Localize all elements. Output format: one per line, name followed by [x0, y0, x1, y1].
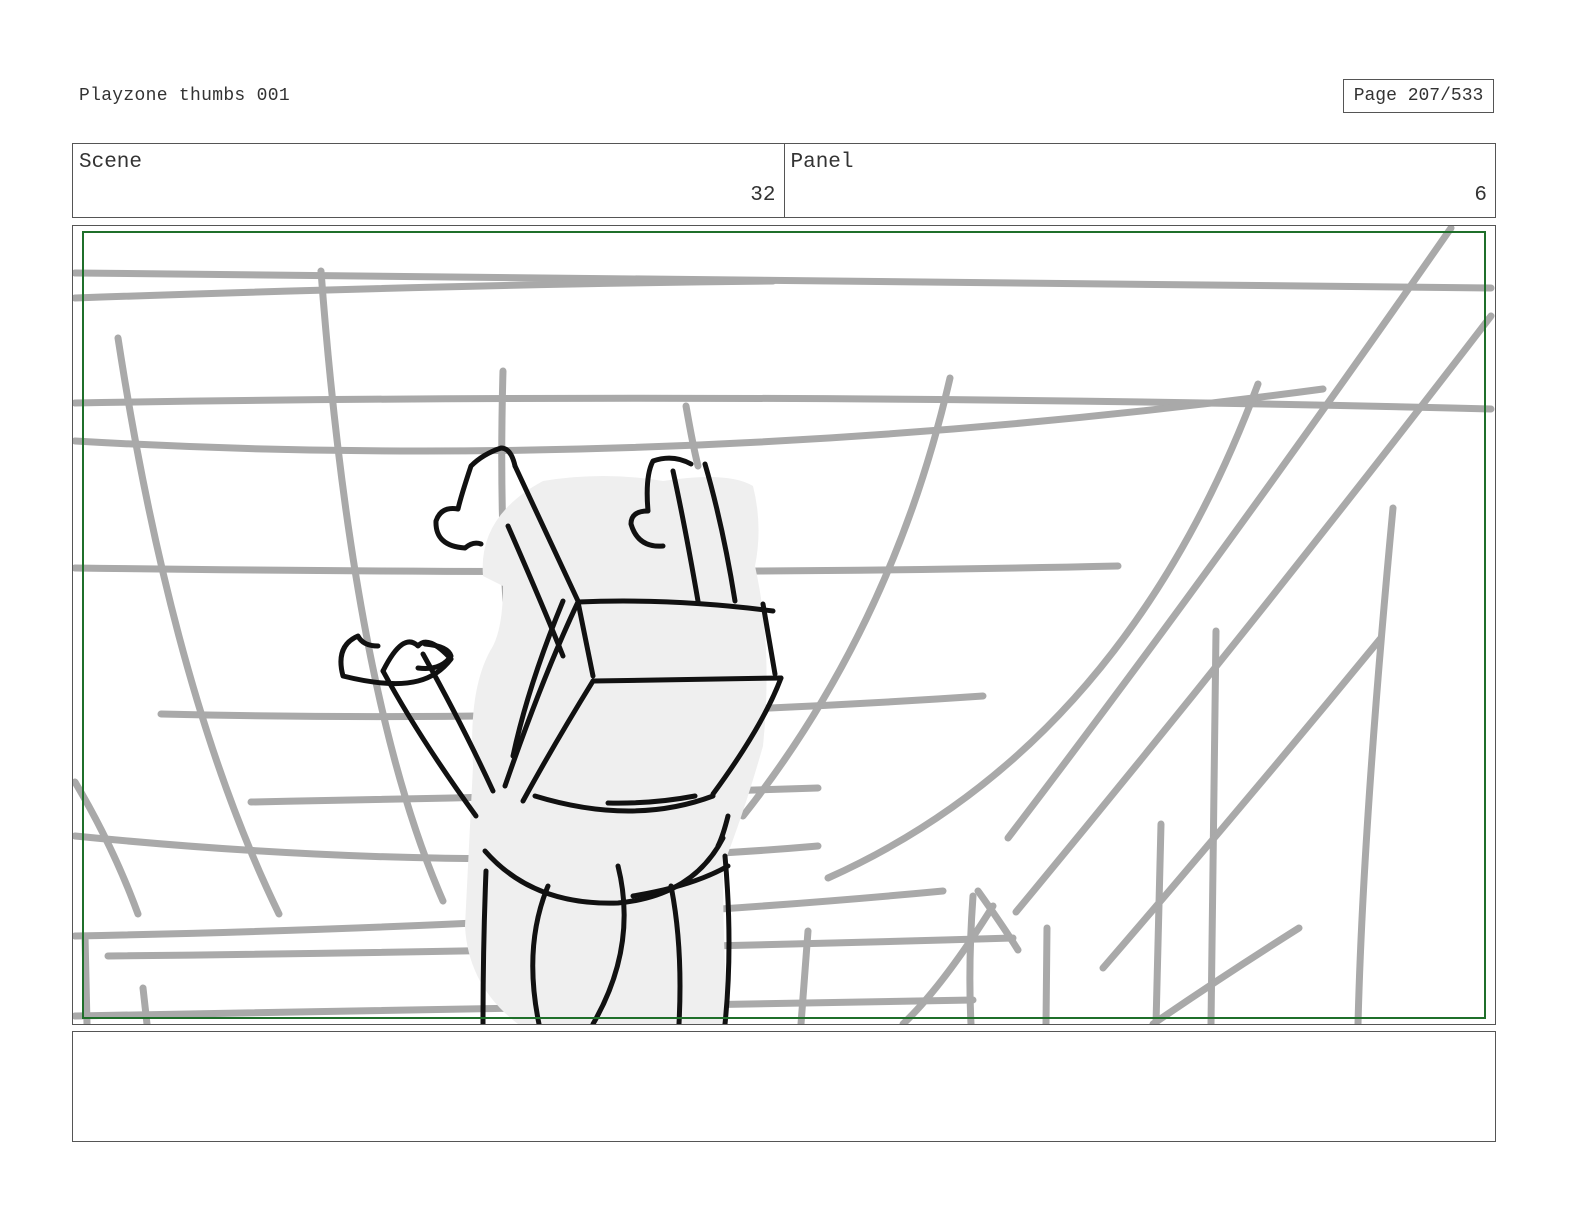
scene-cell: Scene 32 — [73, 144, 784, 217]
notes-box — [72, 1031, 1496, 1142]
page-indicator: Page 207/533 — [1343, 79, 1494, 113]
scene-label: Scene — [79, 151, 143, 174]
storyboard-frame — [72, 225, 1496, 1025]
panel-label: Panel — [790, 151, 854, 174]
scene-number: 32 — [750, 184, 776, 207]
storyboard-sketch — [73, 226, 1495, 1024]
panel-cell: Panel 6 — [783, 144, 1496, 217]
scene-panel-header: Scene 32 Panel 6 — [72, 143, 1496, 218]
background-lines — [73, 226, 1495, 1024]
document-title: Playzone thumbs 001 — [79, 86, 290, 106]
panel-number: 6 — [1474, 184, 1487, 207]
character-fill — [465, 476, 767, 1024]
safe-area-guide — [82, 231, 1486, 1019]
